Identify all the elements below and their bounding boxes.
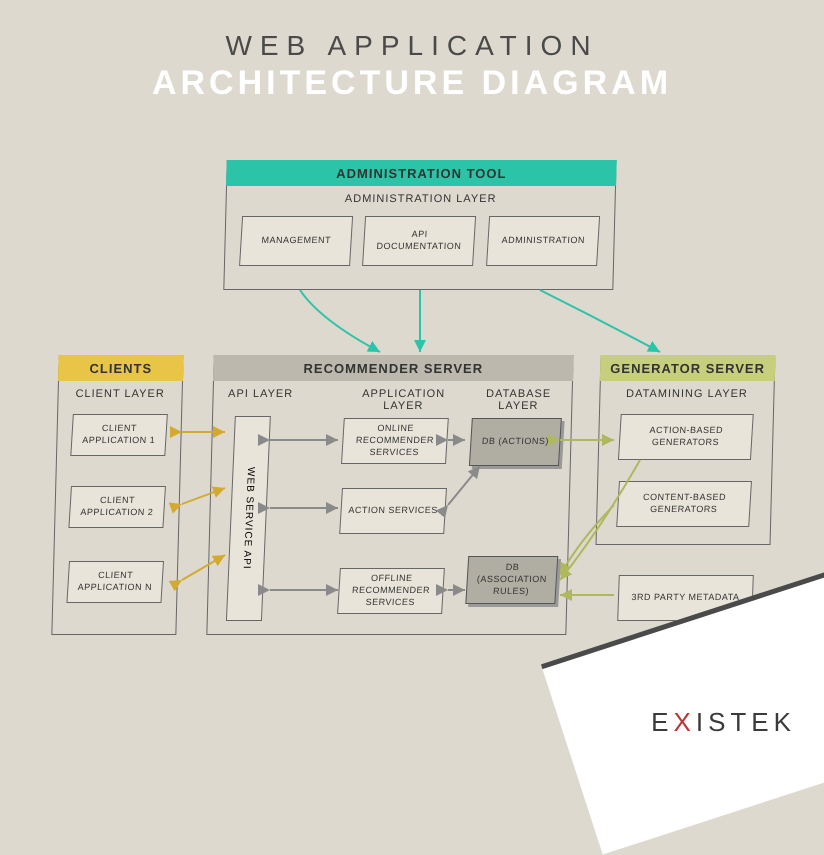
db-actions: DB (ACTIONS) [469, 418, 562, 466]
api-layer-label: API LAYER [225, 388, 295, 400]
client-app-n: CLIENT APPLICATION N [66, 561, 164, 603]
clients-header: CLIENTS [58, 355, 184, 381]
web-service-api-box: WEB SERVICE API [226, 416, 271, 621]
admin-item-administration: ADMINISTRATION [486, 216, 600, 266]
recommender-header: RECOMMENDER SERVER [213, 355, 574, 381]
recommender-server-group: RECOMMENDER SERVER API LAYER APPLICATION… [206, 355, 573, 635]
db-association-rules: DB (ASSOCIATION RULES) [465, 556, 558, 604]
administration-tool-group: ADMINISTRATION TOOL ADMINISTRATION LAYER… [223, 160, 616, 290]
admin-layer-label: ADMINISTRATION LAYER [227, 193, 615, 205]
online-recommender-services: ONLINE RECOMMENDER SERVICES [341, 418, 449, 464]
admin-item-management: MANAGEMENT [239, 216, 353, 266]
admin-header: ADMINISTRATION TOOL [226, 160, 617, 186]
admin-item-apidoc: API DOCUMENTATION [362, 216, 476, 266]
datamining-layer-label: DATAMINING LAYER [600, 388, 773, 400]
action-based-generators: ACTION-BASED GENERATORS [618, 414, 754, 460]
client-app-2: CLIENT APPLICATION 2 [68, 486, 166, 528]
application-layer-label: APPLICATION LAYER [353, 388, 454, 412]
logo-x: X [674, 707, 696, 737]
clients-layer-label: CLIENT LAYER [58, 388, 181, 400]
clients-group: CLIENTS CLIENT LAYER CLIENT APPLICATION … [51, 355, 183, 635]
client-app-1: CLIENT APPLICATION 1 [70, 414, 168, 456]
generator-header: GENERATOR SERVER [600, 355, 776, 381]
existek-logo: EXISTEK [651, 707, 796, 738]
database-layer-label: DATABASE LAYER [473, 388, 564, 412]
title-block: WEB APPLICATION ARCHITECTURE DIAGRAM [0, 0, 824, 103]
action-services: ACTION SERVICES [339, 488, 447, 534]
content-based-generators: CONTENT-BASED GENERATORS [616, 481, 752, 527]
title-line1: WEB APPLICATION [0, 30, 824, 62]
title-line2: ARCHITECTURE DIAGRAM [0, 64, 824, 103]
logo-rest: ISTEK [696, 707, 796, 737]
logo-e: E [651, 707, 673, 737]
generator-server-group: GENERATOR SERVER DATAMINING LAYER ACTION… [596, 355, 776, 545]
offline-recommender-services: OFFLINE RECOMMENDER SERVICES [337, 568, 445, 614]
